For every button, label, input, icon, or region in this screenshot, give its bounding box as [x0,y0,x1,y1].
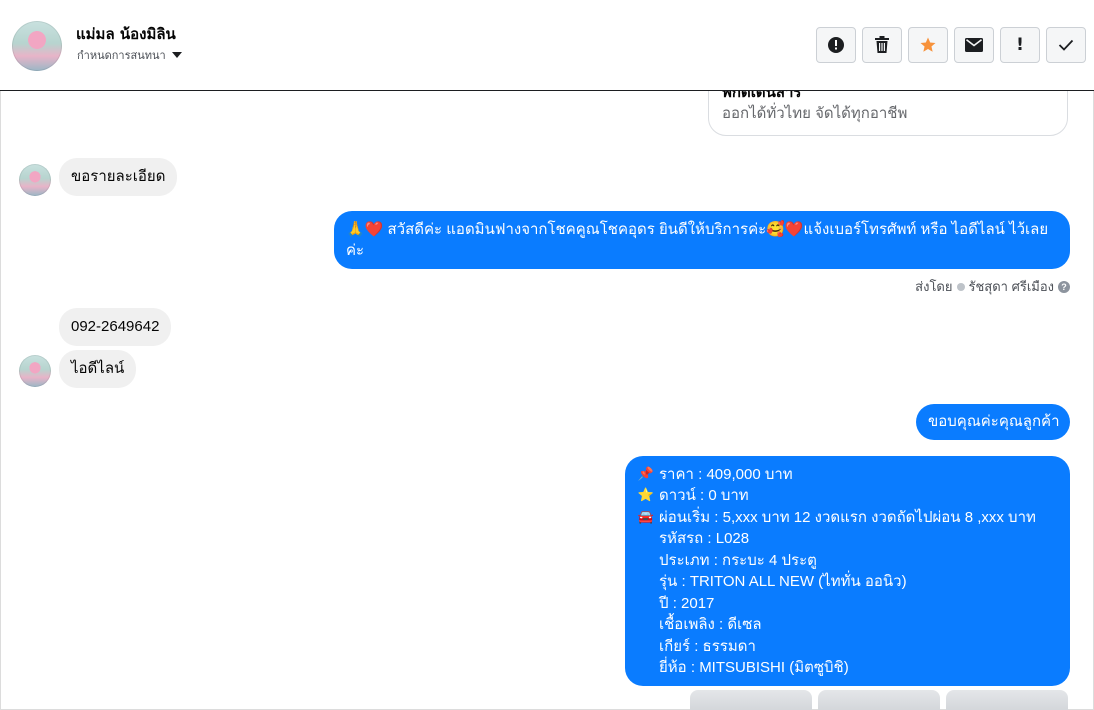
detail-emoji-icon: ⭐ [637,487,655,503]
alert-circle-icon [828,37,844,53]
detail-line: 📌 ราคา : 409,000 บาท [637,463,1058,485]
mark-unread-button[interactable] [954,27,994,63]
detail-emoji-icon: 🚘 [637,508,655,524]
alert-button[interactable] [816,27,856,63]
smile-emoji: 🥰❤️ [766,221,804,238]
outgoing-message[interactable]: ขอบคุณค่ะคุณลูกค้า [916,404,1070,440]
detail-text: เชื้อเพลิง : ดีเซล [659,616,762,634]
help-icon[interactable]: ? [1058,280,1070,293]
detail-line: รุ่น : TRITON ALL NEW (ไททั่น ออนิว) [637,571,1058,593]
detail-line: ปี : 2017 [637,592,1058,614]
detail-text: ประเภท : กระบะ 4 ประตู [659,551,817,569]
image-thumbnail[interactable] [818,690,940,710]
sent-by-name: รัชสุดา ศรีเมือง [968,279,1055,294]
incoming-message[interactable]: ไอดีไลน์ [59,350,137,388]
toolbar: ! [816,27,1086,63]
star-icon [920,37,936,52]
detail-emoji-icon: 📌 [637,465,655,481]
trash-icon [875,36,889,53]
link-preview-card[interactable]: พิกัดเดินสาร ออกได้ทั่วไทย จัดได้ทุกอาชี… [708,91,1068,136]
contact-name[interactable]: แม่มล น้องมิลิน [76,22,176,46]
detail-text: รหัสรถ : L028 [659,530,750,548]
message-text: สวัสดีค่ะ แอดมินฟางจากโชคคูณโชคอุดร ยินด… [387,221,767,238]
checkmark-icon [1058,39,1074,51]
detail-line: รหัสรถ : L028 [637,528,1058,550]
pray-emoji: 🙏❤️ [346,221,388,238]
incoming-message[interactable]: ขอรายละเอียด [59,158,178,196]
image-thumbnail[interactable] [946,690,1068,710]
detail-text: ปี : 2017 [659,594,715,612]
detail-text: ราคา : 409,000 บาท [659,465,793,483]
detail-line: 🚘 ผ่อนเริ่ม : 5,xxx บาท 12 งวดแรก งวดถัดไ… [637,506,1058,528]
car-details-message[interactable]: 📌 ราคา : 409,000 บาท ⭐ ดาวน์ : 0 บาท 🚘 ผ่อนเร… [625,456,1070,686]
message-text: ค่ะ [346,242,365,259]
detail-text: ผ่อนเริ่ม : 5,xxx บาท 12 งวดแรก งวดถัดไป… [659,508,1036,526]
card-subtitle: ออกได้ทั่วไทย จัดได้ทุกอาชีพ [722,105,908,122]
image-attachments [690,690,1068,710]
detail-text: ดาวน์ : 0 บาท [659,487,749,505]
conversation-settings-label: กำหนดการสนทนา [77,49,166,62]
delete-button[interactable] [862,27,902,63]
star-button[interactable] [908,27,948,63]
detail-line: ประเภท : กระบะ 4 ประตู [637,549,1058,571]
detail-line: ยี่ห้อ : MITSUBISHI (มิตซูบิชิ) [637,657,1058,679]
detail-line: เกียร์ : ธรรมดา [637,635,1058,657]
detail-text: ยี่ห้อ : MITSUBISHI (มิตซูบิชิ) [659,659,849,677]
detail-line: ⭐ ดาวน์ : 0 บาท [637,485,1058,507]
conversation-settings-dropdown[interactable]: กำหนดการสนทนา [77,46,182,64]
contact-avatar[interactable] [12,21,62,71]
conversation-header: แม่มล น้องมิลิน กำหนดการสนทนา ! [0,0,1094,91]
image-thumbnail[interactable] [690,690,812,710]
incoming-message[interactable]: 092-2649642 [59,308,172,346]
detail-text: รุ่น : TRITON ALL NEW (ไททั่น ออนิว) [659,573,907,591]
sent-by-label: ส่งโดย [915,279,953,294]
contact-avatar-small[interactable] [19,164,51,196]
sent-by-note: ส่งโดย รัชสุดา ศรีเมือง ? [915,276,1070,297]
message-thread[interactable]: พิกัดเดินสาร ออกได้ทั่วไทย จัดได้ทุกอาชี… [0,91,1094,710]
caret-down-icon [171,52,182,58]
spam-button[interactable]: ! [1000,27,1040,63]
detail-text: เกียร์ : ธรรมดา [659,637,756,655]
agent-dot-icon [956,282,965,291]
outgoing-message[interactable]: 🙏❤️ สวัสดีค่ะ แอดมินฟางจากโชคคูณโชคอุดร … [334,211,1070,269]
message-text: แจ้งเบอร์โทรศัพท์ หรือ ไอดีไลน์ ไว้เลย [803,221,1049,238]
done-button[interactable] [1046,27,1086,63]
exclamation-icon: ! [1016,35,1024,55]
detail-line: เชื้อเพลิง : ดีเซล [637,614,1058,636]
envelope-icon [965,38,983,52]
contact-avatar-small[interactable] [19,355,51,387]
